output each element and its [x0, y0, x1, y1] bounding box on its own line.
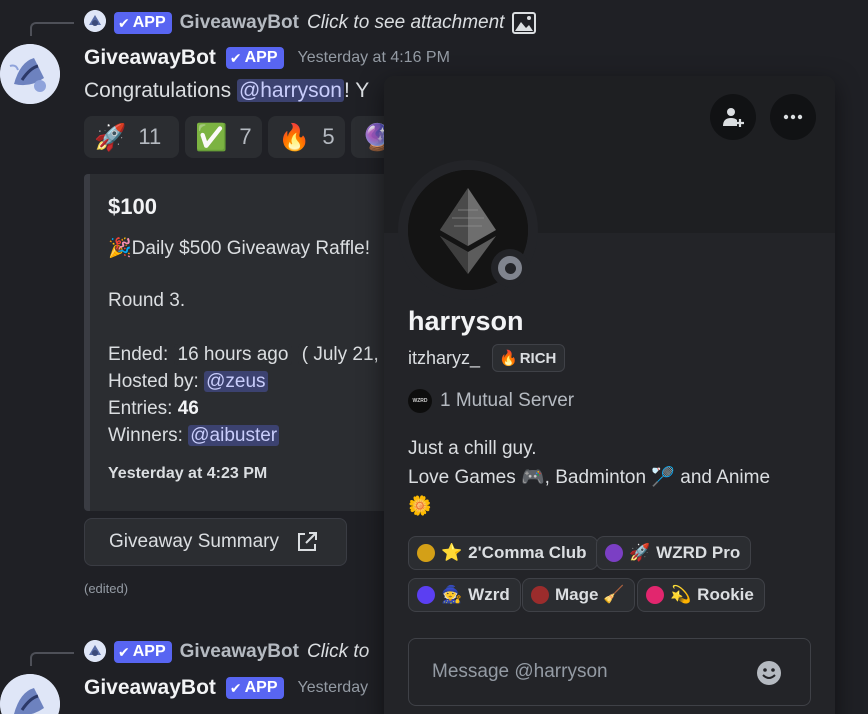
role-color-dot: [417, 586, 435, 604]
fire-icon: 🔥: [499, 350, 518, 367]
app-badge: ✔ APP: [225, 47, 284, 69]
edited-label: (edited): [84, 581, 129, 596]
check-icon: ✔: [229, 49, 242, 66]
reply-author-avatar[interactable]: [84, 10, 106, 32]
user-profile-popout: harryson itzharyz_ 🔥 RICH WZRD 1 Mutual S…: [384, 76, 835, 714]
message-content: Congratulations @harryson! Y: [84, 79, 370, 102]
reaction-fire[interactable]: 🔥 5: [268, 116, 345, 158]
reply-preview-text[interactable]: Click to see attachment: [307, 12, 504, 34]
reply-author-name[interactable]: GiveawayBot: [180, 641, 299, 663]
emoji-picker-icon[interactable]: [756, 660, 782, 686]
offline-status-icon: [498, 256, 522, 280]
direct-message-input[interactable]: Message @harryson: [408, 638, 811, 706]
party-popper-emoji: 🎉: [108, 238, 132, 259]
embed-entries: Entries: 46: [108, 398, 199, 419]
role-color-dot: [531, 586, 549, 604]
giveaway-summary-button[interactable]: Giveaway Summary: [84, 518, 347, 566]
server-tag[interactable]: 🔥 RICH: [492, 344, 566, 372]
app-badge: ✔ APP: [225, 677, 284, 699]
embed-ended: Ended: 16 hours ago ( July 21, 2: [108, 344, 399, 366]
host-mention[interactable]: @zeus: [204, 371, 268, 392]
embed-title: $100: [108, 194, 157, 219]
message-timestamp[interactable]: Yesterday at 4:16 PM: [298, 49, 450, 67]
embed-winners: Winners: @aibuster: [108, 425, 280, 446]
add-friend-icon: [721, 105, 745, 129]
more-icon: [781, 105, 805, 129]
embed-footer-timestamp: Yesterday at 4:23 PM: [108, 465, 268, 482]
role-color-dot: [605, 544, 623, 562]
bot-avatar[interactable]: [0, 44, 60, 104]
reply-author-name[interactable]: GiveawayBot: [180, 12, 299, 34]
author-name[interactable]: GiveawayBot: [84, 46, 216, 70]
embed-description: 🎉Daily $500 Giveaway Raffle!: [108, 238, 370, 259]
add-friend-button[interactable]: [710, 94, 756, 140]
role-color-dot: [646, 586, 664, 604]
role-wzrd-pro[interactable]: 🚀 WZRD Pro: [596, 536, 752, 570]
app-badge: ✔ APP: [114, 641, 172, 663]
image-attachment-icon[interactable]: [512, 11, 537, 35]
more-options-button[interactable]: [770, 94, 816, 140]
role-2comma-club[interactable]: ⭐ 2'Comma Club: [408, 536, 598, 570]
reply-connector: [30, 652, 74, 666]
app-badge: ✔ APP: [114, 12, 172, 34]
role-mage[interactable]: Mage 🧹: [522, 578, 636, 612]
bot-avatar[interactable]: [0, 674, 60, 714]
profile-display-name: harryson: [408, 306, 524, 336]
author-name[interactable]: GiveawayBot: [84, 676, 216, 700]
winner-mention[interactable]: @aibuster: [188, 425, 280, 446]
role-rookie[interactable]: 💫 Rookie: [637, 578, 765, 612]
message-placeholder: Message @harryson: [432, 661, 608, 682]
external-link-icon: [295, 530, 319, 554]
mutual-server-icon: WZRD: [408, 389, 432, 413]
profile-username[interactable]: itzharyz_: [408, 348, 480, 369]
check-icon: ✔: [229, 679, 242, 696]
reply-preview-text[interactable]: Click to: [307, 641, 369, 663]
giveaway-embed: $100 🎉Daily $500 Giveaway Raffle! Round …: [84, 174, 404, 511]
reaction-rocket[interactable]: 🚀 11: [84, 116, 179, 158]
reaction-check[interactable]: ✅ 7: [185, 116, 262, 158]
message-timestamp[interactable]: Yesterday: [298, 679, 369, 697]
user-mention[interactable]: @harryson: [236, 79, 344, 102]
role-wzrd[interactable]: 🧙 Wzrd: [408, 578, 521, 612]
reply-author-avatar[interactable]: [84, 640, 106, 662]
check-icon: ✔: [118, 14, 130, 31]
check-icon: ✔: [118, 643, 130, 660]
role-color-dot: [417, 544, 435, 562]
reply-connector: [30, 22, 74, 36]
profile-bio: Just a chill guy. Love Games 🎮, Badminto…: [408, 438, 771, 517]
relative-time[interactable]: 16 hours ago: [173, 344, 293, 365]
embed-round: Round 3.: [108, 290, 186, 311]
status-indicator: [491, 249, 529, 287]
embed-hosted-by: Hosted by: @zeus: [108, 371, 268, 392]
mutual-servers[interactable]: WZRD 1 Mutual Server: [408, 389, 574, 413]
